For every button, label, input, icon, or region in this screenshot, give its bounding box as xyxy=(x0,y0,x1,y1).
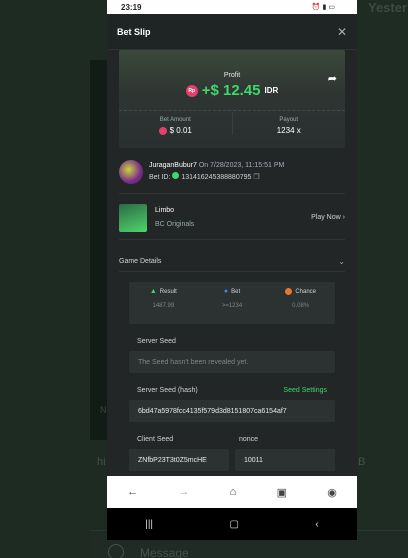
payout-label: Payout xyxy=(279,117,299,123)
chevron-down-icon: ⌄ xyxy=(338,257,345,266)
bet-id-label: Bet ID: xyxy=(149,173,171,181)
user-row[interactable]: JuraganBubur7 On 7/28/2023, 11:15:51 PM … xyxy=(119,159,345,194)
game-details-title: Game Details xyxy=(119,258,162,265)
coin-icon: Rp xyxy=(185,84,198,97)
client-seed-label: Client Seed xyxy=(137,436,174,443)
chance-label: Chance xyxy=(295,288,317,295)
client-seed-row: ZNfbP23T3t0Z5mcHE 10011 xyxy=(129,449,335,471)
result-label: Result xyxy=(159,288,177,295)
card-stats: Bet Amount $ 0.01 Payout 1234 x xyxy=(119,112,345,135)
stat-chance: Chance 0.08% xyxy=(266,282,335,324)
server-seed-field: The Seed hasn't been revealed yet. xyxy=(129,351,335,373)
client-seed-label-row: Client Seed nonce xyxy=(137,436,327,443)
nonce-field[interactable]: 10011 xyxy=(235,449,335,471)
signal-icon: ▮ xyxy=(322,4,327,11)
chance-value: 0.08% xyxy=(292,303,310,309)
server-seed-label-row: Server Seed xyxy=(137,338,327,345)
home-button-icon[interactable]: ▢ xyxy=(230,519,239,530)
phone-screen: 23:19 ⏰ ▮ ▭ Bet Slip ✕ Profit Rp +$ 12.4… xyxy=(107,0,357,540)
game-name: Limbo xyxy=(155,207,175,215)
user-info: JuraganBubur7 On 7/28/2023, 11:15:51 PM … xyxy=(149,160,284,184)
shield-icon xyxy=(172,171,180,179)
profit-label: Profit xyxy=(223,72,241,79)
stat-bet: ● Bet >=1234 xyxy=(198,282,267,324)
profit-card: Profit Rp +$ 12.45 IDR ➦ Bet Amount $ 0.… xyxy=(119,50,345,148)
game-info: Limbo BC Originals xyxy=(155,204,303,231)
server-hash-label: Server Seed (hash) xyxy=(137,387,198,394)
profit-currency: IDR xyxy=(264,86,279,95)
user-name[interactable]: JuraganBubur7 xyxy=(149,162,197,169)
game-thumbnail xyxy=(119,203,147,232)
nonce-label: nonce xyxy=(239,436,259,443)
result-label-row: ▲ Result xyxy=(129,288,198,295)
server-hash-label-row: Server Seed (hash) Seed Settings xyxy=(137,387,327,394)
alarm-icon: ⏰ xyxy=(311,4,321,11)
battery-icon: ▭ xyxy=(328,4,335,11)
tabs-icon[interactable]: ▣ xyxy=(277,486,287,499)
payout-col: Payout 1234 x xyxy=(231,112,346,135)
play-now-button[interactable]: Play Now › xyxy=(311,214,345,221)
chart-icon: ▲ xyxy=(149,288,157,295)
bet-slip-content[interactable]: Profit Rp +$ 12.45 IDR ➦ Bet Amount $ 0.… xyxy=(107,50,357,478)
add-icon xyxy=(108,544,124,558)
game-stats: ▲ Result 1487.99 ● Bet >=1234 Chance 0.08% xyxy=(129,282,335,324)
profit-row: Rp +$ 12.45 IDR xyxy=(119,82,345,99)
close-icon[interactable]: ✕ xyxy=(337,25,347,39)
background-right xyxy=(357,0,408,558)
back-arrow-icon[interactable]: ← xyxy=(127,486,138,498)
result-value: 1487.99 xyxy=(152,303,175,309)
card-divider xyxy=(119,110,345,111)
payout-value: 1234 x xyxy=(276,126,301,135)
copy-icon[interactable]: ❐ xyxy=(253,174,259,181)
back-button-icon[interactable]: ‹ xyxy=(315,519,318,530)
bet-amount-value: $ 0.01 xyxy=(169,126,192,135)
stat-result: ▲ Result 1487.99 xyxy=(129,282,198,324)
bet-amount-value-row: $ 0.01 xyxy=(119,126,232,135)
coin-icon-small xyxy=(158,126,167,135)
profit-value: +$ 12.45 xyxy=(201,82,261,99)
seed-settings-link[interactable]: Seed Settings xyxy=(283,387,327,394)
status-icons: ⏰ ▮ ▭ xyxy=(312,3,335,11)
home-icon[interactable]: ⌂ xyxy=(230,486,237,498)
status-bar: 23:19 ⏰ ▮ ▭ xyxy=(107,0,357,14)
share-icon[interactable]: ➦ xyxy=(328,72,337,85)
game-row[interactable]: Limbo BC Originals Play Now › xyxy=(119,203,345,240)
chance-label-row: Chance xyxy=(266,288,335,295)
account-icon[interactable]: ◉ xyxy=(327,486,337,499)
play-now-label: Play Now xyxy=(311,214,341,221)
bet-amount-label: Bet Amount xyxy=(159,117,191,123)
background-message-text: Message xyxy=(140,546,189,558)
game-provider: BC Originals xyxy=(155,220,195,228)
browser-nav-bar: ← → ⌂ ▣ ◉ xyxy=(107,476,357,508)
background-hi-text: hi xyxy=(97,456,106,468)
bet-amount-col: Bet Amount $ 0.01 xyxy=(119,112,232,135)
avatar xyxy=(119,159,143,184)
background-b-text: B xyxy=(358,456,366,468)
bet-label: Bet xyxy=(231,288,241,295)
server-hash-field[interactable]: 6bd47a5978fcc4135f579d3d8151807ca6154af7 xyxy=(129,400,335,422)
forward-arrow-icon[interactable]: → xyxy=(178,486,189,498)
page-title: Bet Slip xyxy=(117,26,151,37)
chevron-right-icon: › xyxy=(342,214,345,221)
client-seed-field[interactable]: ZNfbP23T3t0Z5mcHE xyxy=(129,449,229,471)
recents-icon[interactable]: ||| xyxy=(145,519,153,530)
game-details-header[interactable]: Game Details ⌄ xyxy=(119,252,345,272)
bet-date: On 7/28/2023, 11:15:51 PM xyxy=(198,161,285,169)
bet-icon: ● xyxy=(223,288,229,295)
chance-icon xyxy=(285,288,293,295)
bet-slip-header: Bet Slip ✕ xyxy=(107,14,357,50)
background-top-text: Yester xyxy=(368,0,408,15)
background-n-text: N xyxy=(100,405,107,415)
bet-value: >=1234 xyxy=(221,303,243,309)
status-time: 23:19 xyxy=(121,2,142,12)
bet-id: 131416245388880795 xyxy=(181,173,252,181)
server-seed-label: Server Seed xyxy=(137,338,176,345)
bet-label-row: ● Bet xyxy=(198,288,267,295)
system-nav-bar: ||| ▢ ‹ xyxy=(107,508,357,540)
background-strip xyxy=(90,60,107,440)
